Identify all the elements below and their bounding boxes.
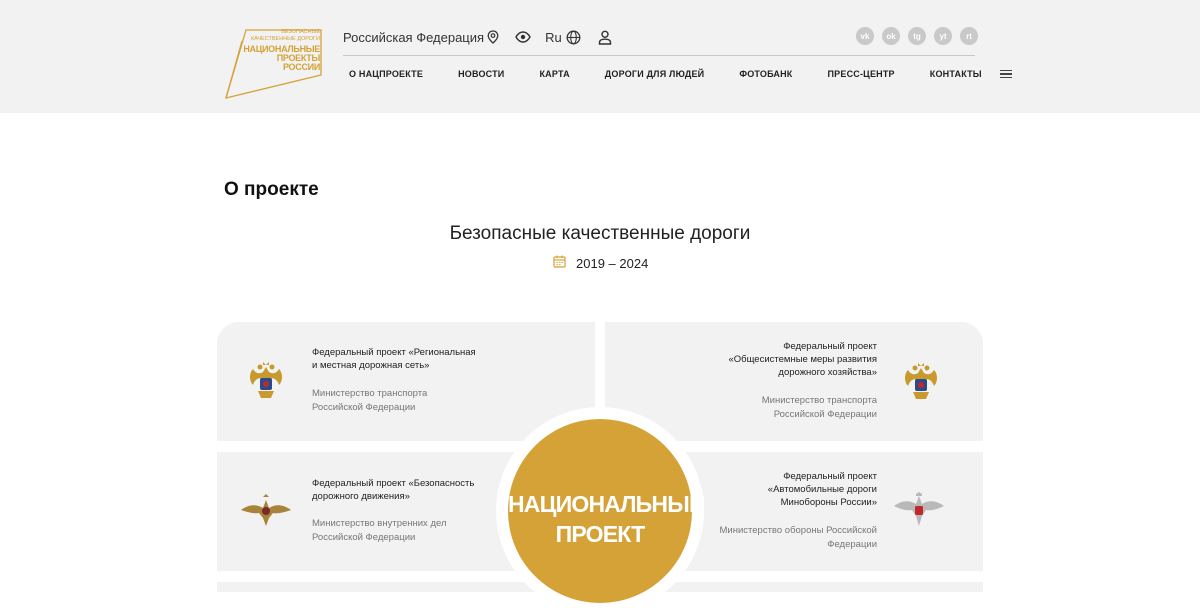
card-ministry: Министерство обороны Российской Федераци…: [719, 525, 877, 550]
logo-text-line: РОССИИ: [282, 62, 320, 72]
telegram-icon[interactable]: tg: [908, 27, 926, 45]
user-account-icon[interactable]: [598, 30, 612, 45]
years-label: 2019 – 2024: [576, 255, 649, 271]
region-label: Российская Федерация: [343, 29, 485, 45]
card-ministry: Министерство транспорта Российской Федер…: [761, 395, 877, 420]
project-card-system-measures[interactable]: Федеральный проект «Общесистемные меры р…: [605, 322, 983, 441]
vk-icon[interactable]: vk: [856, 27, 874, 45]
card-title: Федеральный проект «Региональная и местн…: [312, 347, 476, 371]
calendar-icon: [553, 255, 566, 271]
nav-item-photobank[interactable]: ФОТОБАНК: [739, 69, 792, 79]
double-headed-eagle-emblem-icon: [902, 362, 940, 407]
map-pin-icon: [487, 30, 499, 44]
project-years: 2019 – 2024: [553, 255, 648, 271]
badge-line2: ПРОЕКТ: [555, 521, 645, 547]
header-divider: [343, 55, 975, 56]
nav-item-news[interactable]: НОВОСТИ: [458, 69, 504, 79]
nav-item-map[interactable]: КАРТА: [539, 69, 569, 79]
odnoklassniki-icon[interactable]: ok: [882, 27, 900, 45]
nav-item-contacts[interactable]: КОНТАКТЫ: [930, 69, 982, 79]
menu-hamburger-icon[interactable]: [999, 69, 1012, 79]
video-icon[interactable]: yt: [934, 27, 952, 45]
card-title: Федеральный проект «Общесистемные меры р…: [728, 341, 877, 378]
project-title: Безопасные качественные дороги: [449, 223, 751, 244]
header-topbar: Российская Федерация Ru: [343, 27, 612, 47]
main-navigation: О НАЦПРОЕКТЕ НОВОСТИ КАРТА ДОРОГИ ДЛЯ ЛЮ…: [343, 66, 1012, 82]
globe-icon: [566, 30, 581, 45]
card-title: Федеральный проект «Безопасность дорожно…: [312, 478, 475, 502]
national-projects-logo[interactable]: БЕЗОПАСНЫЕ КАЧЕСТВЕННЫЕ ДОРОГИ НАЦИОНАЛЬ…: [224, 27, 324, 100]
national-project-badge-ring: НАЦИОНАЛЬНЫЙ ПРОЕКТ: [496, 407, 705, 615]
site-header: БЕЗОПАСНЫЕ КАЧЕСТВЕННЫЕ ДОРОГИ НАЦИОНАЛЬ…: [0, 0, 1200, 113]
region-selector[interactable]: Российская Федерация: [343, 30, 499, 45]
badge-line1: НАЦИОНАЛЬНЫЙ: [508, 491, 705, 517]
mvd-eagle-emblem-icon: [239, 494, 293, 533]
defense-ministry-eagle-emblem-icon: [892, 492, 946, 533]
double-headed-eagle-emblem-icon: [247, 361, 285, 406]
nav-item-press-center[interactable]: ПРЕСС-ЦЕНТР: [828, 69, 895, 79]
social-links: vk ok tg yt rt: [856, 27, 978, 45]
card-ministry: Министерство внутренних дел Российской Ф…: [312, 518, 447, 543]
accessibility-eye-icon[interactable]: [515, 31, 531, 43]
card-title: Федеральный проект «Автомобильные дороги…: [767, 471, 877, 508]
page-title: О проекте: [224, 179, 319, 200]
logo-text-line: КАЧЕСТВЕННЫЕ ДОРОГИ: [250, 36, 320, 42]
national-project-badge[interactable]: НАЦИОНАЛЬНЫЙ ПРОЕКТ: [508, 419, 705, 603]
language-selector[interactable]: Ru: [545, 30, 581, 45]
language-label: Ru: [545, 29, 562, 45]
project-card-regional-roads[interactable]: Федеральный проект «Региональная и местн…: [217, 322, 595, 441]
nav-item-roads-for-people[interactable]: ДОРОГИ ДЛЯ ЛЮДЕЙ: [605, 69, 705, 79]
nav-item-about[interactable]: О НАЦПРОЕКТЕ: [349, 69, 423, 79]
logo-text-line: БЕЗОПАСНЫЕ: [281, 29, 320, 35]
card-ministry: Министерство транспорта Российской Федер…: [312, 388, 428, 413]
rutube-icon[interactable]: rt: [960, 27, 978, 45]
